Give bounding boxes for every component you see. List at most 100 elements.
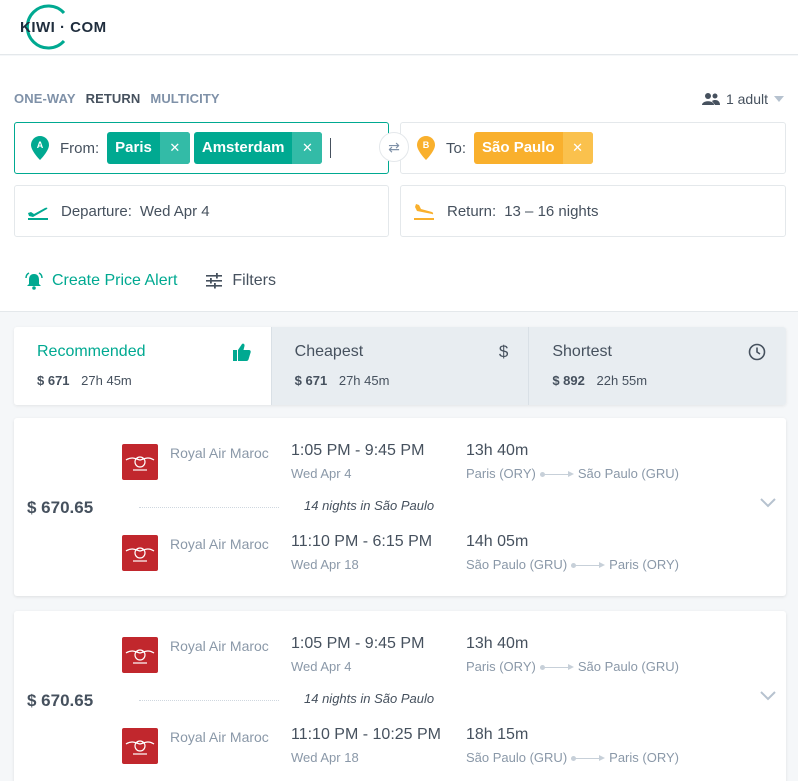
leg-times: 1:05 PM - 9:45 PM (291, 442, 425, 459)
chip-label: Amsterdam (201, 139, 285, 156)
passengers-selector[interactable]: 1 adult (701, 91, 784, 107)
from-chip-amsterdam: Amsterdam ✕ (193, 132, 323, 164)
chip-label: São Paulo (482, 139, 555, 156)
from-field[interactable]: A From: Paris ✕ Amsterdam ✕ (14, 122, 389, 174)
leg-route: São Paulo (GRU) Paris (ORY) (466, 750, 679, 765)
outbound-leg: Royal Air Maroc 1:05 PM - 9:45 PM Wed Ap… (122, 635, 742, 677)
trip-type-return[interactable]: RETURN (86, 91, 141, 106)
airline-name: Royal Air Maroc (170, 445, 269, 461)
leg-date: Wed Apr 18 (291, 557, 359, 572)
leg-date: Wed Apr 4 (291, 659, 352, 674)
chevron-down-icon[interactable] (760, 691, 776, 701)
leg-duration: 13h 40m (466, 442, 529, 459)
result-card[interactable]: $ 670.65 Royal Air Maroc 1:05 PM - 9:45 … (14, 611, 786, 781)
trip-type-tabs: ONE-WAY RETURN MULTICITY (14, 91, 220, 106)
airline-logo (122, 444, 158, 480)
dollar-icon: $ (498, 342, 509, 361)
sort-duration: 27h 45m (81, 373, 132, 388)
route-arrow-icon (539, 663, 574, 671)
leg-route: Paris (ORY) São Paulo (GRU) (466, 659, 679, 674)
route-from: Paris (ORY) (466, 659, 536, 674)
leg-date: Wed Apr 4 (291, 466, 352, 481)
royal-air-maroc-logo-icon (125, 547, 155, 562)
route-from: Paris (ORY) (466, 466, 536, 481)
origin-marker-icon: A (31, 136, 49, 160)
leg-times: 11:10 PM - 6:15 PM (291, 533, 433, 550)
to-chip-sao-paulo: São Paulo ✕ (474, 132, 593, 164)
route-to: São Paulo (GRU) (577, 466, 679, 481)
trip-type-multicity[interactable]: MULTICITY (150, 91, 219, 106)
destination-marker-letter: B (423, 140, 430, 150)
departure-label: Departure: (61, 202, 132, 220)
return-label: Return: (447, 202, 497, 220)
to-field[interactable]: B To: São Paulo ✕ (400, 122, 786, 174)
sort-duration: 27h 45m (338, 373, 390, 388)
chevron-down-icon[interactable] (760, 498, 776, 508)
departure-field[interactable]: Departure: Wed Apr 4 (14, 185, 389, 237)
trip-type-one-way[interactable]: ONE-WAY (14, 91, 76, 106)
inbound-leg: Royal Air Maroc 11:10 PM - 10:25 PM Wed … (122, 726, 742, 768)
tab-recommended[interactable]: Recommended $ 671 27h 45m (14, 327, 272, 405)
sort-title: Recommended (37, 343, 146, 360)
landing-icon (414, 204, 434, 220)
sort-tabs: Recommended $ 671 27h 45m Cheapest $ 671… (14, 327, 786, 405)
sort-meta: $ 671 27h 45m (37, 373, 248, 388)
origin-marker-letter: A (37, 140, 44, 150)
sort-price: $ 892 (552, 373, 585, 388)
leg-date: Wed Apr 18 (291, 750, 359, 765)
leg-route: Paris (ORY) São Paulo (GRU) (466, 466, 679, 481)
route-to: Paris (ORY) (609, 557, 679, 572)
route-from: São Paulo (GRU) (466, 750, 568, 765)
price-alert-label: Create Price Alert (52, 272, 178, 289)
nights-at-destination: 14 nights in São Paulo (304, 498, 435, 513)
tab-shortest[interactable]: Shortest $ 892 22h 55m (529, 327, 786, 405)
divider (139, 700, 279, 701)
route-to: Paris (ORY) (609, 750, 679, 765)
passengers-label: 1 adult (725, 91, 768, 107)
nights-at-destination: 14 nights in São Paulo (304, 691, 435, 706)
result-card[interactable]: $ 670.65 Royal Air Maroc 1:05 PM - 9:45 … (14, 418, 786, 596)
search-actions: Create Price Alert Filters (25, 272, 276, 290)
route-from: São Paulo (GRU) (466, 557, 568, 572)
leg-duration: 18h 15m (466, 726, 529, 743)
clock-icon (748, 343, 766, 361)
result-price: $ 670.65 (27, 498, 94, 517)
sort-price: $ 671 (294, 373, 328, 388)
return-value: 13 – 16 nights (504, 202, 599, 220)
route-arrow-icon (571, 754, 606, 762)
result-price: $ 670.65 (27, 691, 94, 710)
takeoff-icon (28, 207, 48, 220)
leg-duration: 13h 40m (466, 635, 529, 652)
search-panel: ONE-WAY RETURN MULTICITY 1 adult A From:… (0, 56, 798, 312)
bell-icon (25, 272, 43, 290)
remove-sao-paulo-icon[interactable]: ✕ (562, 132, 593, 164)
remove-paris-icon[interactable]: ✕ (159, 132, 190, 164)
filters-button[interactable]: Filters (205, 272, 276, 290)
leg-route: São Paulo (GRU) Paris (ORY) (466, 557, 679, 572)
kiwi-logo[interactable]: KIWI · COM (14, 4, 114, 50)
royal-air-maroc-logo-icon (125, 456, 155, 471)
filters-label: Filters (232, 272, 276, 289)
logo-text: KIWI · COM (20, 19, 107, 36)
airline-name: Royal Air Maroc (170, 638, 269, 654)
tab-cheapest[interactable]: Cheapest $ 671 27h 45m $ (271, 327, 530, 405)
return-field[interactable]: Return: 13 – 16 nights (400, 185, 786, 237)
top-bar: KIWI · COM (0, 0, 798, 55)
leg-duration: 14h 05m (466, 533, 529, 550)
route-arrow-icon (539, 470, 574, 478)
airline-logo (122, 637, 158, 673)
swap-icon[interactable]: ⇄ (379, 132, 409, 162)
sort-meta: $ 671 27h 45m (295, 373, 506, 388)
remove-amsterdam-icon[interactable]: ✕ (292, 132, 323, 164)
destination-marker-icon: B (417, 136, 435, 160)
divider (139, 507, 279, 508)
people-icon (701, 93, 720, 105)
caret-down-icon (774, 96, 784, 102)
sort-title: Cheapest (294, 343, 364, 360)
airline-name: Royal Air Maroc (170, 536, 269, 552)
sort-price: $ 671 (37, 373, 70, 388)
inbound-leg: Royal Air Maroc 11:10 PM - 6:15 PM Wed A… (122, 533, 742, 575)
royal-air-maroc-logo-icon (125, 740, 155, 755)
create-price-alert-button[interactable]: Create Price Alert (25, 272, 177, 290)
airline-logo (122, 728, 158, 764)
